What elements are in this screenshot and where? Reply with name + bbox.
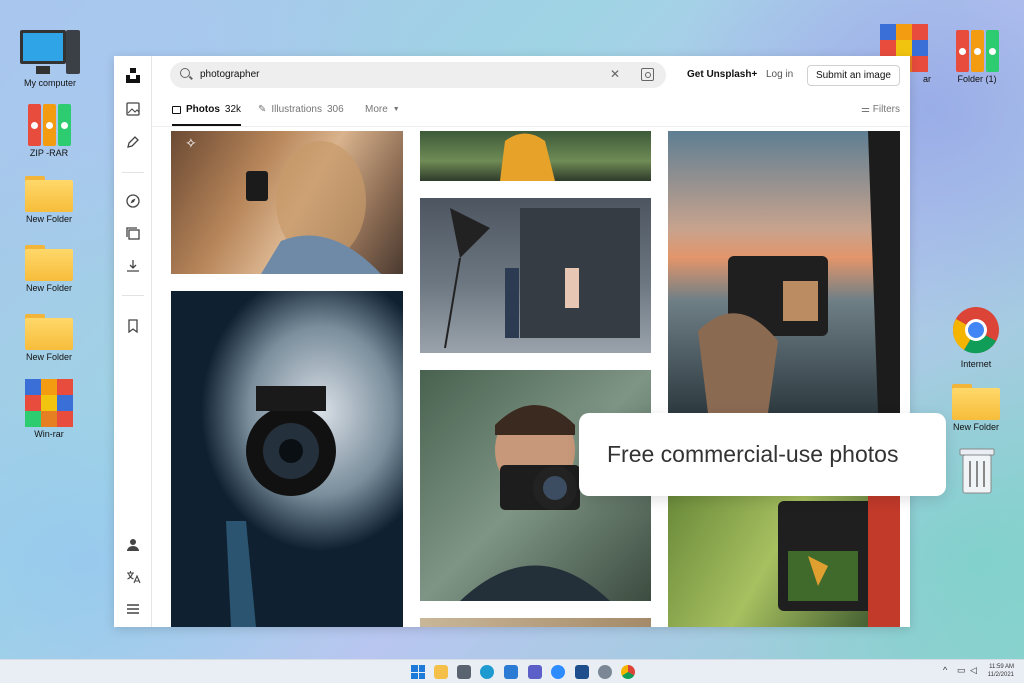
windows-start-icon[interactable]: [411, 665, 425, 679]
tab-label: Illustrations: [271, 104, 322, 115]
login-link[interactable]: Log in: [766, 69, 793, 80]
photo-bottom-strip[interactable]: [420, 618, 651, 627]
visual-search-icon[interactable]: [641, 68, 654, 81]
tab-label: More: [365, 104, 388, 115]
chevron-down-icon: ▼: [392, 106, 400, 113]
download-icon[interactable]: [125, 259, 141, 275]
photo-icon: [172, 105, 181, 114]
filters-label: Filters: [872, 104, 900, 115]
winrar-icon: [25, 379, 73, 427]
chrome-icon: [952, 307, 999, 354]
folder-icon: [25, 310, 73, 350]
folder-icon: [952, 380, 1000, 420]
store-icon[interactable]: [504, 665, 518, 679]
photo-woman-camera-beach[interactable]: ✧: [171, 131, 403, 274]
clock-time: 11:59 AM: [989, 664, 1014, 670]
unsplash-window: photographer ✕ Get Unsplash+ Log in Subm…: [114, 56, 910, 627]
photo-yellow-jacket[interactable]: [420, 131, 651, 181]
desktop-icon-label: New Folder: [952, 422, 999, 432]
rail-divider: [122, 295, 144, 296]
collections-icon[interactable]: [125, 227, 141, 243]
top-bar: photographer ✕ Get Unsplash+ Log in Subm…: [152, 56, 910, 94]
desktop-icon-new-folder-1[interactable]: New Folder: [14, 172, 84, 225]
user-icon[interactable]: [125, 538, 141, 554]
tab-bar: Photos 32k ✎ Illustrations 306 More ▼ ⚌ …: [152, 94, 910, 127]
computer-icon: [20, 28, 80, 76]
pen-icon[interactable]: [125, 135, 141, 151]
tab-count: 306: [326, 104, 344, 115]
desktop-icon-label: New Folder: [25, 283, 72, 293]
free-commercial-use-callout: Free commercial-use photos: [579, 413, 946, 496]
image-icon[interactable]: [125, 102, 141, 118]
desktop-icon-label: New Folder: [25, 352, 72, 362]
desktop-icon-label: Internet: [960, 359, 992, 369]
archive-books-icon: [26, 102, 72, 146]
recycle-bin-icon[interactable]: [957, 447, 997, 495]
filters-button[interactable]: ⚌ Filters: [861, 104, 900, 115]
desktop-icon-label: ZIP -RAR: [29, 148, 69, 158]
tray-chevron-icon[interactable]: ^: [943, 665, 947, 675]
tab-illustrations[interactable]: ✎ Illustrations 306: [258, 104, 344, 115]
sparkle-icon: ✧: [185, 135, 197, 151]
photo-studio-shoot[interactable]: [420, 198, 651, 353]
desktop-icon-win-rar[interactable]: Win-rar: [14, 379, 84, 440]
camera-icon[interactable]: [457, 665, 471, 679]
pen-icon: ✎: [258, 104, 267, 115]
get-unsplash-plus-link[interactable]: Get Unsplash+: [687, 69, 757, 80]
translate-icon[interactable]: [125, 570, 141, 586]
tab-more[interactable]: More ▼: [365, 104, 400, 115]
tab-photos[interactable]: Photos 32k: [172, 104, 242, 126]
desktop-icon-new-folder-right[interactable]: New Folder: [941, 380, 1011, 433]
desktop-icon-zip-rar[interactable]: ZIP -RAR: [14, 102, 84, 159]
bluetooth-icon[interactable]: [575, 665, 589, 679]
photo-smoke-camera[interactable]: [171, 291, 403, 627]
menu-icon[interactable]: [125, 602, 141, 618]
teams-icon[interactable]: [528, 665, 542, 679]
search-input[interactable]: photographer: [200, 69, 260, 80]
settings-gear-icon[interactable]: [598, 665, 612, 679]
desktop-icon-label: New Folder: [25, 214, 72, 224]
system-clock[interactable]: 11:59 AM 11/2/2021: [988, 663, 1014, 679]
volume-icon[interactable]: ◁: [970, 665, 977, 676]
chrome-taskbar-icon[interactable]: [621, 665, 635, 679]
archive-books-icon: [954, 28, 1000, 72]
search-bar[interactable]: photographer ✕: [170, 62, 666, 88]
clear-icon[interactable]: ✕: [610, 67, 620, 81]
network-icon[interactable]: ▭: [957, 665, 966, 676]
left-rail: [114, 56, 152, 627]
callout-text: Free commercial-use photos: [607, 441, 899, 467]
unsplash-logo-icon[interactable]: [125, 67, 141, 83]
tab-label: Photos: [186, 104, 220, 115]
file-explorer-icon[interactable]: [434, 665, 448, 679]
zoom-icon[interactable]: [551, 665, 565, 679]
desktop-icon-label: Folder (1): [957, 74, 997, 84]
desktop-icon-internet[interactable]: Internet: [941, 306, 1011, 370]
folder-icon: [25, 241, 73, 281]
bookmark-icon[interactable]: [125, 319, 141, 335]
desktop-icon-new-folder-3[interactable]: New Folder: [14, 310, 84, 363]
edge-icon[interactable]: [480, 665, 494, 679]
tab-count: 32k: [224, 104, 242, 115]
desktop-icon-label: Win-rar: [34, 429, 64, 439]
desktop-icon-label: My computer: [23, 78, 76, 88]
clock-date: 11/2/2021: [987, 672, 1014, 678]
compass-icon[interactable]: [125, 194, 141, 210]
rail-divider: [122, 172, 144, 173]
desktop-icon-new-folder-2[interactable]: New Folder: [14, 241, 84, 294]
search-icon: [180, 68, 190, 78]
submit-image-button[interactable]: Submit an image: [806, 65, 900, 86]
sliders-icon: ⚌: [861, 104, 870, 115]
photo-garden-camera[interactable]: [668, 496, 900, 627]
desktop-icon-folder-1[interactable]: Folder (1): [942, 28, 1012, 85]
taskbar: ^ ▭ ◁ 11:59 AM 11/2/2021: [0, 659, 1024, 683]
folder-icon: [25, 172, 73, 212]
desktop-icon-my-computer[interactable]: My computer: [15, 28, 85, 89]
photo-sunset-camera[interactable]: [668, 131, 900, 413]
